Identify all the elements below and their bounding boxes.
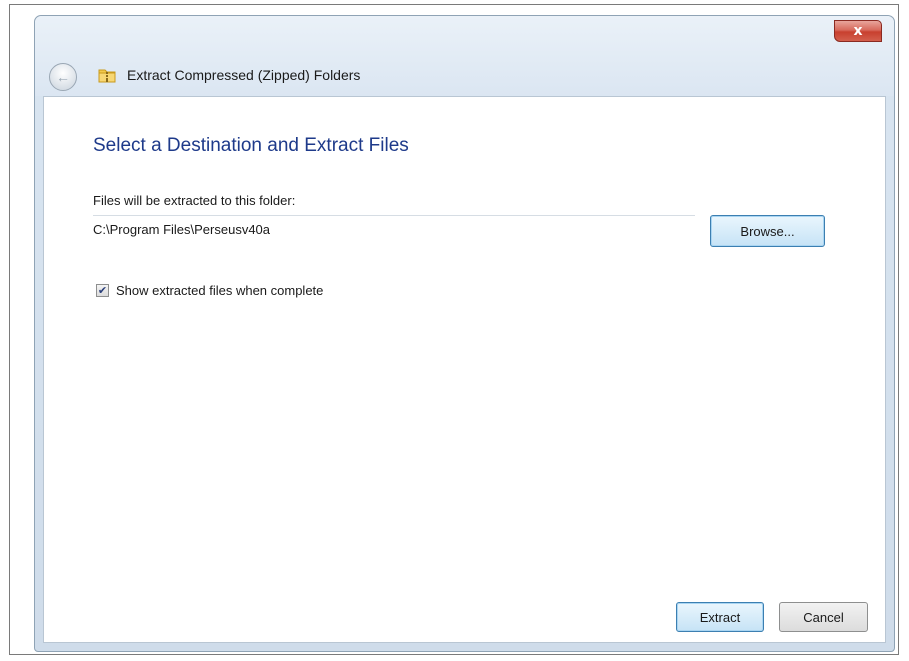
close-button[interactable]: x: [834, 20, 882, 42]
dialog-content: Select a Destination and Extract Files F…: [43, 96, 886, 643]
close-icon: x: [853, 23, 863, 39]
window-title: Extract Compressed (Zipped) Folders: [127, 67, 361, 83]
extract-button[interactable]: Extract: [676, 602, 764, 632]
show-extracted-files-label[interactable]: Show extracted files when complete: [116, 283, 323, 298]
destination-path-field[interactable]: C:\Program Files\Perseusv40a: [93, 222, 270, 237]
checkmark-icon: ✔: [97, 284, 108, 297]
screenshot-frame: x ← Extract Compressed (Zipped) Folders …: [9, 4, 899, 655]
back-arrow-icon: ←: [56, 69, 70, 85]
zipped-folder-icon: [98, 69, 116, 83]
title-bar: x ← Extract Compressed (Zipped) Folders: [35, 16, 894, 96]
page-heading: Select a Destination and Extract Files: [93, 135, 409, 156]
extract-dialog-window: x ← Extract Compressed (Zipped) Folders …: [34, 15, 895, 652]
destination-label: Files will be extracted to this folder:: [93, 193, 296, 208]
show-extracted-files-option[interactable]: ✔ Show extracted files when complete: [96, 283, 323, 298]
show-extracted-files-checkbox[interactable]: ✔: [96, 284, 109, 297]
back-button[interactable]: ←: [49, 63, 77, 91]
browse-button[interactable]: Browse...: [710, 215, 825, 247]
destination-divider: [93, 215, 695, 216]
cancel-button[interactable]: Cancel: [779, 602, 868, 632]
